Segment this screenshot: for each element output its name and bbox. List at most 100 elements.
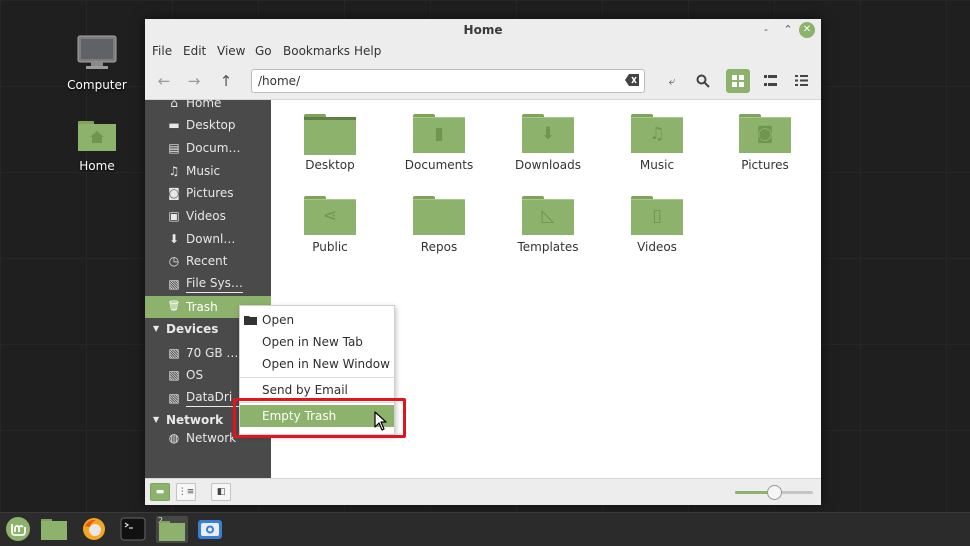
- desktop-icon-home[interactable]: Home: [57, 120, 137, 173]
- sidebar-item-label: Downl…: [186, 232, 236, 246]
- taskbar-screenshot[interactable]: [195, 516, 225, 543]
- folder-templates[interactable]: ◺ Templates: [498, 196, 598, 254]
- folder-icon: [304, 114, 356, 155]
- home-folder-icon: [78, 121, 116, 151]
- location-bar[interactable]: [251, 69, 645, 93]
- folder-label: Public: [312, 240, 348, 254]
- menu-item-open-new-window[interactable]: Open in New Window: [240, 353, 394, 375]
- menu-item-open[interactable]: Open: [240, 309, 394, 331]
- menu-item-label: Open in New Tab: [262, 335, 363, 349]
- title-bar[interactable]: Home ‑ ⌃ ✕: [145, 19, 821, 41]
- forward-arrow-icon: →: [187, 72, 201, 90]
- folder-label: Pictures: [741, 158, 789, 172]
- files-icon: [41, 519, 67, 540]
- folder-icon: ⋖: [304, 196, 356, 235]
- icon-view-button[interactable]: [726, 69, 750, 93]
- menu-go[interactable]: Go: [255, 44, 272, 58]
- compact-view-icon: [794, 75, 808, 86]
- list-view-button[interactable]: [758, 69, 782, 93]
- sidebar-item-file-system[interactable]: ▧ File Sys…: [145, 273, 271, 295]
- folder-icon: ◺: [522, 196, 574, 235]
- sidebar-item-home[interactable]: ⌂ Home: [145, 100, 271, 114]
- folder-documents[interactable]: ▮ Documents: [389, 114, 489, 172]
- up-button[interactable]: ↑: [214, 69, 238, 93]
- show-places-button[interactable]: ▬: [150, 483, 170, 501]
- folder-desktop[interactable]: Desktop: [280, 114, 380, 172]
- folder-open-icon: [244, 316, 257, 325]
- clear-location-icon[interactable]: [625, 74, 639, 86]
- drive-icon: ▧: [168, 368, 180, 382]
- desktop-icon-computer[interactable]: Computer: [57, 35, 137, 92]
- sidebar-item-pictures[interactable]: ◙ Pictures: [145, 182, 271, 204]
- desktop-icon-label: Computer: [67, 78, 127, 92]
- download-emblem-icon: ⬇: [540, 124, 556, 144]
- taskbar-files[interactable]: [39, 516, 69, 543]
- back-button[interactable]: ←: [152, 69, 176, 93]
- taskbar-mint-menu[interactable]: [3, 516, 33, 543]
- folder-downloads[interactable]: ⬇ Downloads: [498, 114, 598, 172]
- folder-label: Videos: [637, 240, 677, 254]
- taskbar-files-window[interactable]: 2: [156, 516, 188, 543]
- window-title: Home: [463, 23, 503, 37]
- screenshot-icon: [198, 520, 222, 539]
- maximize-button[interactable]: ⌃: [780, 22, 796, 38]
- menu-bookmarks[interactable]: Bookmarks: [283, 44, 350, 58]
- toggle-location-button[interactable]: ⤶: [660, 69, 684, 93]
- sidebar-item-label: File Sys…: [186, 275, 243, 293]
- trash-icon: 🗑: [167, 301, 181, 312]
- sidebar-item-recent[interactable]: ◷ Recent: [145, 250, 271, 272]
- sidebar-item-videos[interactable]: ▣ Videos: [145, 205, 271, 227]
- minimize-button[interactable]: ‑: [758, 22, 774, 38]
- taskbar-firefox[interactable]: [79, 516, 109, 543]
- menu-item-open-new-tab[interactable]: Open in New Tab: [240, 331, 394, 353]
- download-icon: ⬇: [168, 232, 180, 246]
- drive-icon: ▧: [168, 391, 180, 405]
- folder-icon: ◙: [739, 114, 791, 153]
- folder-pictures[interactable]: ◙ Pictures: [715, 114, 815, 172]
- camera-icon: ◙: [168, 186, 180, 200]
- forward-button[interactable]: →: [182, 69, 206, 93]
- sidebar-item-desktop[interactable]: ▬ Desktop: [145, 114, 271, 136]
- sidebar-item-label: Recent: [186, 254, 228, 268]
- folder-icon: ▮: [413, 114, 465, 153]
- search-button[interactable]: [691, 69, 715, 93]
- folder-icon: ▯: [631, 196, 683, 235]
- folder-videos[interactable]: ▯ Videos: [607, 196, 707, 254]
- desktop-icon: ▬: [168, 118, 180, 132]
- zoom-slider[interactable]: [735, 485, 813, 500]
- music-note-icon: ♫: [168, 164, 180, 178]
- sidebar-item-label: Music: [186, 164, 221, 178]
- toggle-location-icon: ⤶: [668, 74, 676, 88]
- sidebar-item-music[interactable]: ♫ Music: [145, 160, 271, 182]
- hide-sidebar-button[interactable]: ◧: [211, 483, 231, 501]
- desktop-icon-label: Home: [79, 159, 115, 173]
- sidebar-item-label: Docum…: [186, 141, 241, 155]
- folder-repos[interactable]: Repos: [389, 196, 489, 254]
- location-input[interactable]: [258, 72, 618, 90]
- folder-icon: ♫: [631, 114, 683, 153]
- computer-icon: [77, 35, 117, 69]
- document-icon: ▤: [168, 141, 180, 155]
- camera-emblem-icon: ◙: [756, 124, 774, 144]
- menu-file[interactable]: File: [152, 44, 172, 58]
- globe-icon: ◍: [168, 431, 180, 445]
- menu-view[interactable]: View: [217, 44, 245, 58]
- sidebar-item-downloads[interactable]: ⬇ Downl…: [145, 228, 271, 250]
- taskbar-terminal[interactable]: [118, 516, 148, 543]
- sidebar-item-documents[interactable]: ▤ Docum…: [145, 137, 271, 159]
- collapse-triangle-icon: ▼: [153, 324, 160, 333]
- document-emblem-icon: ▮: [434, 124, 444, 144]
- menu-item-label: Open: [262, 313, 295, 327]
- drive-icon: ▧: [168, 346, 180, 360]
- show-treeview-button[interactable]: ⋮≡: [176, 483, 196, 501]
- compact-view-button[interactable]: [789, 69, 813, 93]
- menu-help[interactable]: Help: [354, 44, 381, 58]
- folder-music[interactable]: ♫ Music: [607, 114, 707, 172]
- menu-item-label: Open in New Window: [262, 357, 390, 371]
- menu-edit[interactable]: Edit: [183, 44, 206, 58]
- close-button[interactable]: ✕: [799, 22, 815, 38]
- sidebar-item-label: 70 GB …: [186, 346, 239, 360]
- icon-view-icon: [732, 75, 744, 87]
- zoom-slider-handle[interactable]: [767, 485, 782, 500]
- folder-public[interactable]: ⋖ Public: [280, 196, 380, 254]
